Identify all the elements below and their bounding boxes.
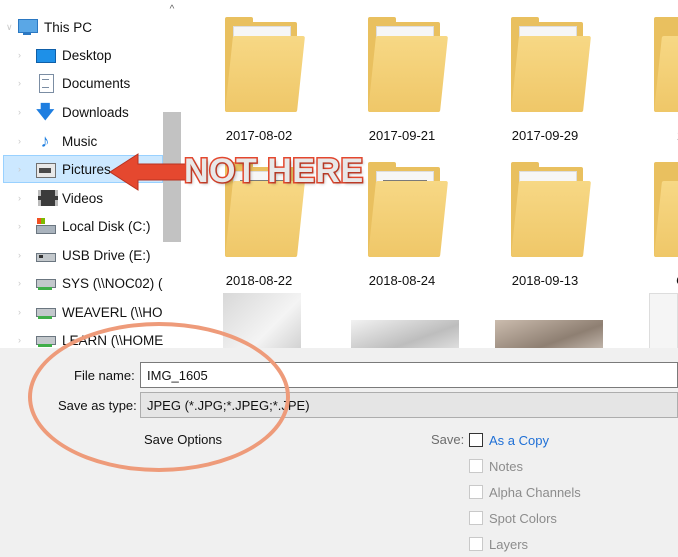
- network-drive-icon: [36, 303, 56, 321]
- annotation-text: NOT HERE: [183, 151, 365, 192]
- alpha-channels-option: Alpha Channels: [469, 483, 581, 501]
- desktop-icon: [36, 46, 56, 64]
- spot-colors-checkbox: [469, 511, 483, 525]
- folder-name: 2018-08-22: [225, 273, 293, 288]
- folder-icon: [368, 162, 448, 257]
- as-a-copy-checkbox[interactable]: [469, 433, 483, 447]
- folder-name: 2017-09-21: [368, 128, 436, 143]
- folder-name: 2018-08-24: [368, 273, 436, 288]
- folder-name: 2017-08-02: [225, 128, 293, 143]
- folder-tile[interactable]: Can: [628, 145, 678, 288]
- nav-item-usb-drive[interactable]: › USB Drive (E:): [12, 241, 175, 269]
- nav-item-label: Local Disk (C:): [62, 218, 151, 234]
- nav-item-label: This PC: [44, 19, 93, 35]
- folder-name: 2017-09-29: [511, 128, 579, 143]
- chevron-right-icon[interactable]: ›: [18, 164, 28, 174]
- folder-icon: [368, 17, 448, 112]
- videos-icon: [36, 189, 58, 207]
- nav-item-sys-network-drive[interactable]: › SYS (\\NOC02) (: [12, 269, 175, 297]
- notes-checkbox: [469, 459, 483, 473]
- nav-item-label: WEAVERL (\\HO: [62, 304, 163, 320]
- nav-item-label: Pictures: [62, 161, 111, 177]
- nav-item-label: USB Drive (E:): [62, 247, 151, 263]
- image-thumbnail[interactable]: [649, 293, 678, 348]
- network-drive-icon: [36, 274, 56, 292]
- local-disk-icon: [36, 217, 56, 235]
- pc-icon: [18, 18, 38, 36]
- chevron-right-icon[interactable]: ›: [18, 221, 28, 231]
- download-arrow-icon: 🡇: [36, 102, 55, 122]
- layers-checkbox: [469, 537, 483, 551]
- scroll-up-button[interactable]: ^: [163, 0, 181, 20]
- chevron-down-icon[interactable]: ∨: [6, 22, 16, 33]
- chevron-right-icon[interactable]: ›: [18, 193, 28, 203]
- image-thumbnail[interactable]: [351, 320, 459, 348]
- folder-icon: [225, 17, 305, 112]
- folder-name: 201: [628, 128, 678, 143]
- nav-item-label: Videos: [62, 190, 104, 206]
- folder-tile[interactable]: 2018-09-13: [485, 145, 605, 288]
- nav-item-label: SYS (\\NOC02) (: [62, 275, 163, 291]
- chevron-right-icon[interactable]: ›: [18, 78, 28, 88]
- folder-icon: [654, 17, 678, 112]
- chevron-right-icon[interactable]: ›: [18, 335, 28, 345]
- nav-item-label: Music: [62, 133, 98, 149]
- folder-tile[interactable]: 2017-08-02: [199, 0, 319, 143]
- chevron-right-icon[interactable]: ›: [18, 307, 28, 317]
- nav-item-label: Downloads: [62, 104, 129, 120]
- as-a-copy-option[interactable]: As a Copy: [469, 431, 549, 449]
- nav-item-label: Documents: [62, 75, 131, 91]
- music-note-icon: ♪: [40, 131, 50, 151]
- nav-item-label: Desktop: [62, 47, 112, 63]
- save-label: Save:: [431, 432, 465, 447]
- documents-icon: [36, 74, 54, 93]
- folder-icon: [511, 162, 591, 257]
- notes-option: Notes: [469, 457, 523, 475]
- alpha-channels-checkbox: [469, 485, 483, 499]
- layers-option: Layers: [469, 535, 528, 553]
- nav-item-documents[interactable]: › Documents: [12, 69, 175, 97]
- spot-colors-option: Spot Colors: [469, 509, 557, 527]
- folder-name: Can: [628, 273, 678, 288]
- nav-item-desktop[interactable]: › Desktop: [12, 41, 175, 69]
- usb-drive-icon: [36, 246, 56, 264]
- image-thumbnail[interactable]: [495, 320, 603, 348]
- chevron-right-icon[interactable]: ›: [18, 278, 28, 288]
- alpha-channels-label: Alpha Channels: [489, 484, 581, 500]
- nav-item-downloads[interactable]: › 🡇 Downloads: [12, 98, 175, 126]
- chevron-right-icon[interactable]: ›: [18, 50, 28, 60]
- spot-colors-label: Spot Colors: [489, 510, 557, 526]
- chevron-right-icon[interactable]: ›: [18, 250, 28, 260]
- pictures-icon: [36, 160, 56, 178]
- annotation-ellipse: [28, 322, 290, 472]
- folder-tile[interactable]: 2017-09-21: [342, 0, 462, 143]
- folder-name: 2018-09-13: [511, 273, 579, 288]
- as-a-copy-label: As a Copy: [489, 432, 549, 448]
- nav-item-local-disk[interactable]: › Local Disk (C:): [12, 212, 175, 240]
- annotation-arrow-icon: [109, 153, 187, 191]
- nav-item-this-pc[interactable]: ∨ This PC: [0, 13, 163, 41]
- chevron-right-icon[interactable]: ›: [18, 107, 28, 117]
- network-drive-icon: [36, 331, 56, 348]
- layers-label: Layers: [489, 536, 529, 552]
- folder-icon: [511, 17, 591, 112]
- chevron-right-icon[interactable]: ›: [18, 136, 28, 146]
- folder-tile[interactable]: 201: [628, 0, 678, 143]
- notes-label: Notes: [489, 458, 523, 474]
- folder-icon: [654, 162, 678, 257]
- folder-tile[interactable]: 2017-09-29: [485, 0, 605, 143]
